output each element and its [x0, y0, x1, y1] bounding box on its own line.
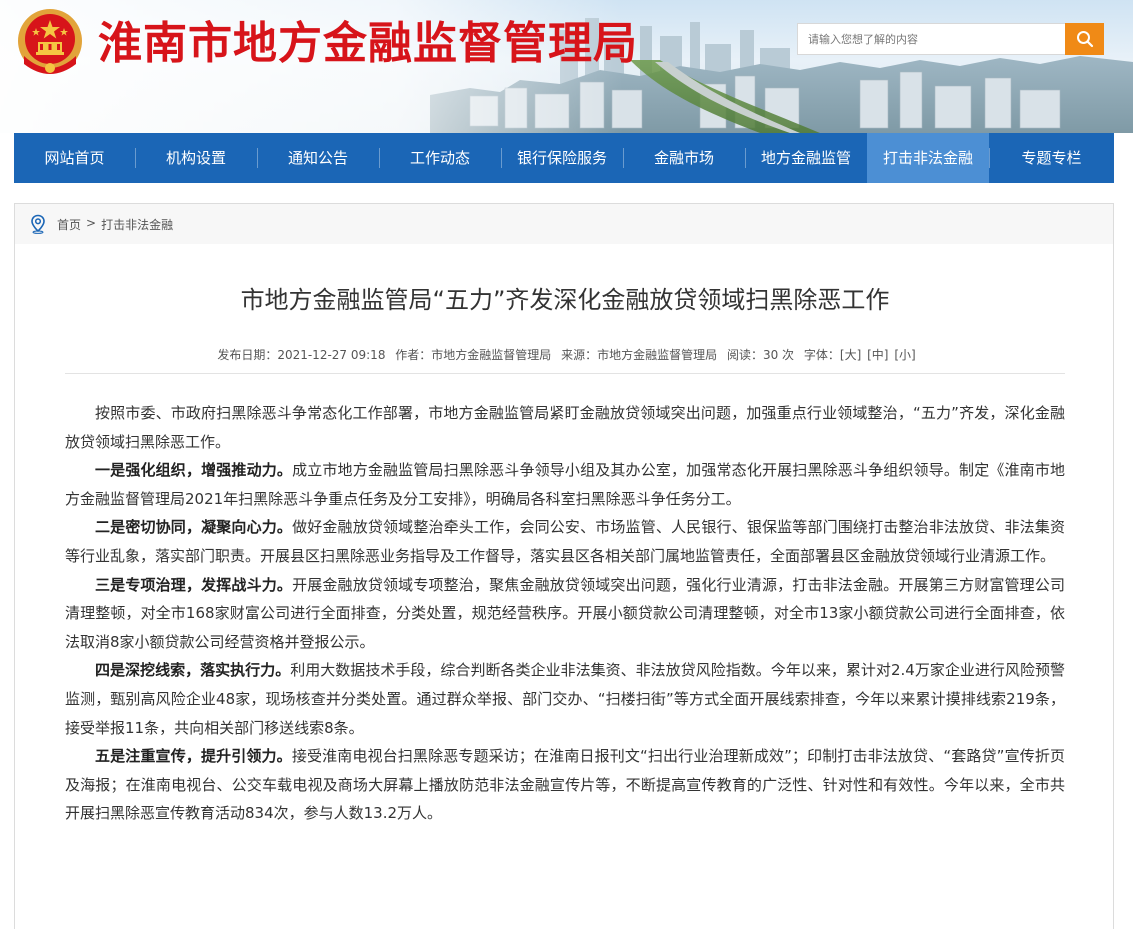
article-source: 来源：市地方金融监督管理局: [561, 348, 718, 362]
read-count: 阅读：30 次: [726, 348, 795, 362]
paragraph-lead: 一是强化组织，增强推动力。: [95, 461, 293, 480]
meta-divider: [65, 373, 1065, 374]
nav-divider: [501, 148, 502, 168]
nav-divider: [989, 148, 990, 168]
nav-item-financial-market[interactable]: 金融市场: [623, 133, 745, 183]
breadcrumb-trail: 首页 > 打击非法金融: [57, 216, 173, 233]
nav-item-work-news[interactable]: 工作动态: [379, 133, 501, 183]
national-emblem-icon: [18, 9, 82, 74]
main-nav: 网站首页 机构设置 通知公告 工作动态 银行保险服务 金融市场 地方金融监管 打…: [14, 133, 1114, 183]
breadcrumb-home-link[interactable]: 首页: [57, 216, 81, 233]
article-body: 按照市委、市政府扫黑除恶斗争常态化工作部署，市地方金融监管局紧盯金融放贷领域突出…: [65, 399, 1065, 828]
paragraph: 二是密切协同，凝聚向心力。做好金融放贷领域整治牵头工作，会同公安、市场监管、人民…: [65, 513, 1065, 570]
breadcrumb: 首页 > 打击非法金融: [14, 203, 1114, 245]
nav-divider: [623, 148, 624, 168]
paragraph-text: 按照市委、市政府扫黑除恶斗争常态化工作部署，市地方金融监管局紧盯金融放贷领域突出…: [65, 404, 1065, 451]
nav-item-anti-illegal-finance[interactable]: 打击非法金融: [867, 133, 989, 183]
search-box: [797, 23, 1067, 55]
nav-divider: [257, 148, 258, 168]
search-button[interactable]: [1065, 23, 1104, 55]
site-title[interactable]: 淮南市地方金融监督管理局: [98, 14, 638, 74]
nav-item-home[interactable]: 网站首页: [14, 133, 135, 183]
publish-date: 发布日期：2021-12-27 09:18: [217, 348, 386, 362]
nav-item-notices[interactable]: 通知公告: [257, 133, 379, 183]
nav-item-local-regulation[interactable]: 地方金融监管: [745, 133, 867, 183]
paragraph: 四是深挖线索，落实执行力。利用大数据技术手段，综合判断各类企业非法集资、非法放贷…: [65, 656, 1065, 742]
nav-item-banking-insurance[interactable]: 银行保险服务: [501, 133, 623, 183]
paragraph: 一是强化组织，增强推动力。成立市地方金融监管局扫黑除恶斗争领导小组及其办公室，加…: [65, 456, 1065, 513]
font-size-medium[interactable]: [中]: [867, 348, 888, 362]
site-header: 淮南市地方金融监督管理局: [0, 0, 1133, 133]
breadcrumb-separator: >: [86, 215, 97, 230]
nav-item-organization[interactable]: 机构设置: [135, 133, 257, 183]
search-input[interactable]: [798, 24, 1066, 54]
breadcrumb-current-link[interactable]: 打击非法金融: [101, 216, 173, 233]
font-size-label: 字体：: [803, 348, 840, 362]
paragraph: 五是注重宣传，提升引领力。接受淮南电视台扫黑除恶专题采访；在淮南日报刊文“扫出行…: [65, 742, 1065, 828]
search-icon: [1076, 31, 1093, 48]
font-size-small[interactable]: [小]: [894, 348, 915, 362]
nav-divider: [135, 148, 136, 168]
paragraph-lead: 二是密切协同，凝聚向心力。: [95, 518, 293, 537]
font-size-large[interactable]: [大]: [840, 348, 861, 362]
nav-divider: [745, 148, 746, 168]
paragraph: 三是专项治理，发挥战斗力。开展金融放贷领域专项整治，聚焦金融放贷领域突出问题，强…: [65, 571, 1065, 657]
article-title: 市地方金融监管局“五力”齐发深化金融放贷领域扫黑除恶工作: [240, 286, 890, 314]
paragraph-lead: 四是深挖线索，落实执行力。: [95, 661, 291, 680]
article-author: 作者：市地方金融监督管理局: [395, 348, 552, 362]
nav-divider: [379, 148, 380, 168]
paragraph: 按照市委、市政府扫黑除恶斗争常态化工作部署，市地方金融监管局紧盯金融放贷领域突出…: [65, 399, 1065, 456]
paragraph-lead: 三是专项治理，发挥战斗力。: [95, 575, 293, 594]
paragraph-lead: 五是注重宣传，提升引领力。: [95, 747, 292, 766]
article-container: 市地方金融监管局“五力”齐发深化金融放贷领域扫黑除恶工作 发布日期：2021-1…: [14, 244, 1114, 929]
location-pin-icon: [31, 214, 45, 234]
nav-item-special-topics[interactable]: 专题专栏: [989, 133, 1114, 183]
article-meta: 发布日期：2021-12-27 09:18 作者：市地方金融监督管理局 来源：市…: [15, 346, 1115, 363]
